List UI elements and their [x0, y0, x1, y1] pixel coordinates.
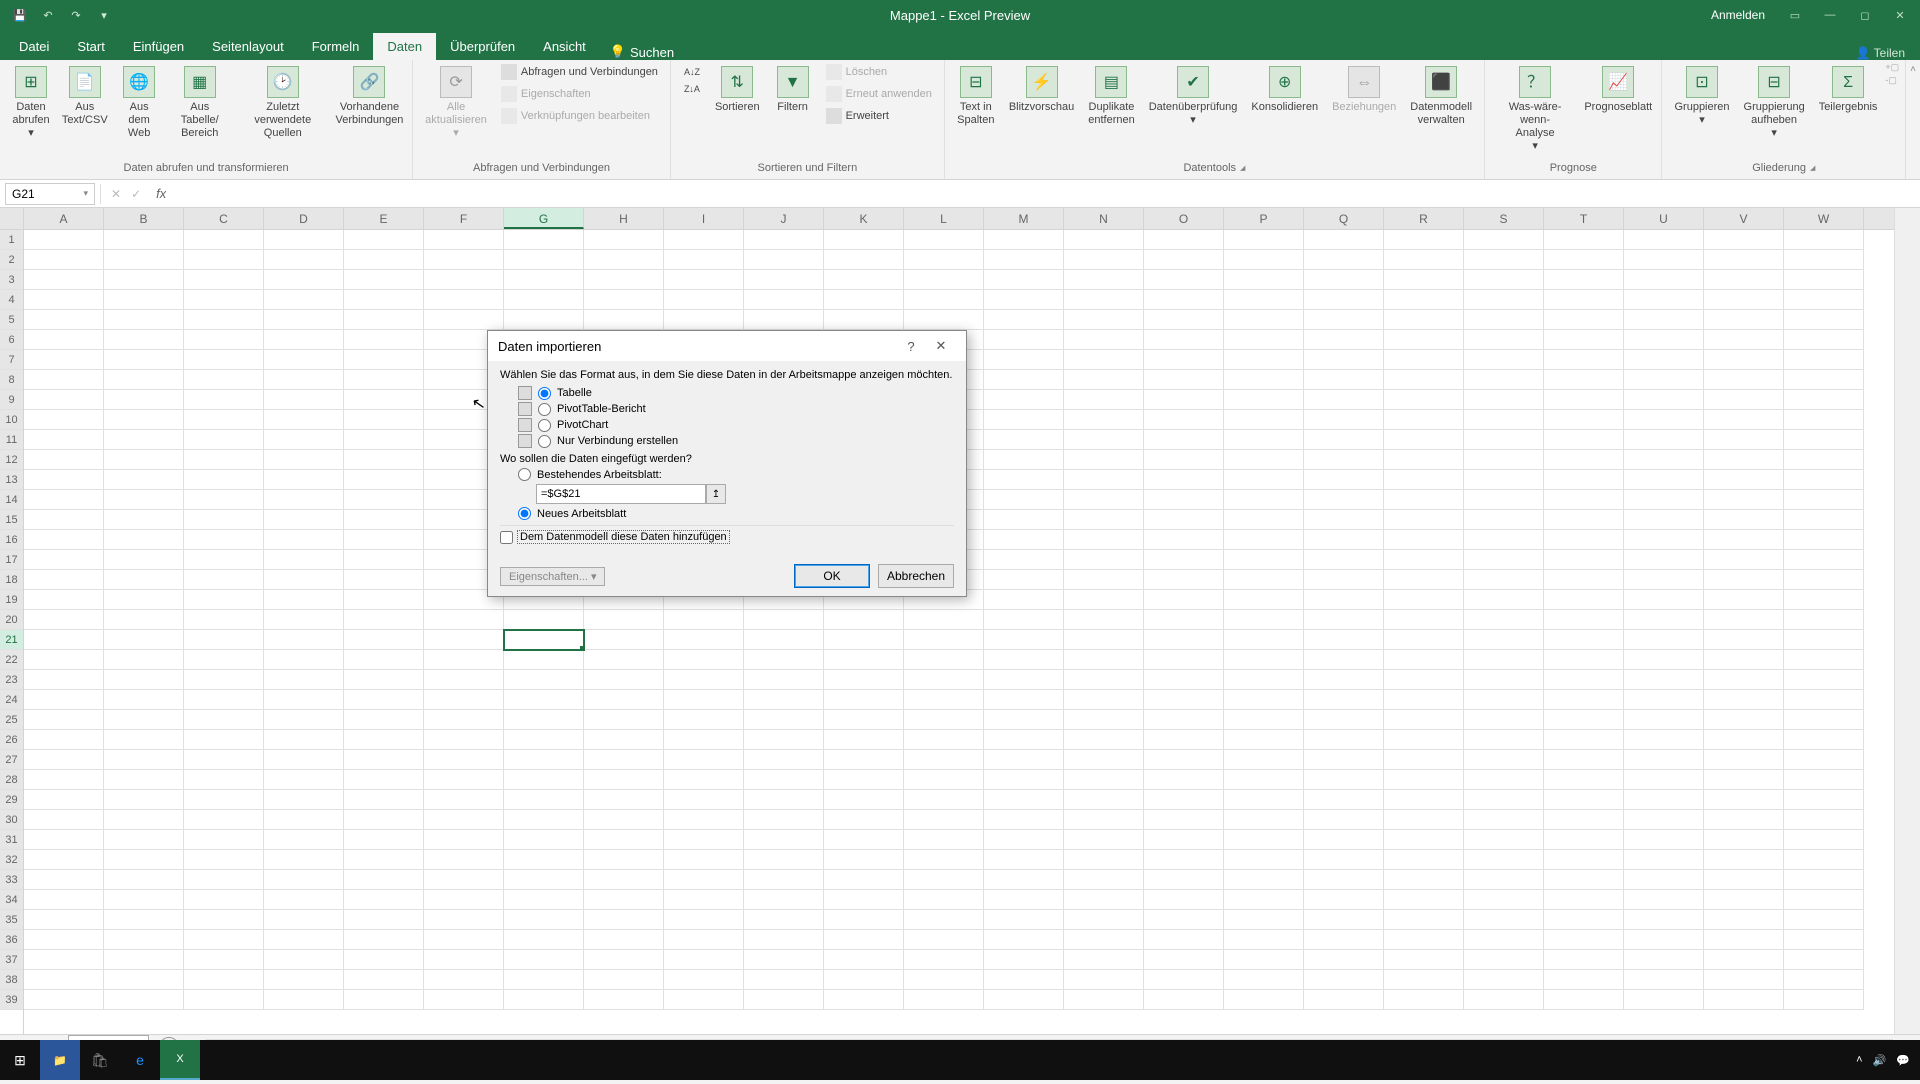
dialog-titlebar[interactable]: Daten importieren ? ✕: [488, 331, 966, 361]
checkbox-data-model[interactable]: [500, 531, 513, 544]
connection-option-icon: [518, 434, 532, 448]
collapse-dialog-button[interactable]: ↥: [706, 484, 726, 504]
properties-dialog-button[interactable]: Eigenschaften... ▾: [500, 567, 605, 586]
option-pivot-chart[interactable]: PivotChart: [500, 417, 954, 433]
ok-button[interactable]: OK: [794, 564, 870, 588]
option-table[interactable]: Tabelle: [500, 385, 954, 401]
pivot-option-icon: [518, 402, 532, 416]
radio-pivotchart[interactable]: [538, 419, 551, 432]
radio-table[interactable]: [538, 387, 551, 400]
radio-pivot[interactable]: [538, 403, 551, 416]
dialog-help-button[interactable]: ?: [896, 339, 926, 354]
dialog-prompt-format: Wählen Sie das Format aus, in dem Sie di…: [500, 369, 954, 381]
modal-overlay: Daten importieren ? ✕ Wählen Sie das For…: [0, 0, 1920, 1080]
cancel-button[interactable]: Abbrechen: [878, 564, 954, 588]
option-existing-sheet[interactable]: Bestehendes Arbeitsblatt:: [500, 467, 954, 482]
dialog-title: Daten importieren: [498, 339, 896, 354]
radio-new-sheet[interactable]: [518, 507, 531, 520]
dialog-prompt-where: Wo sollen die Daten eingefügt werden?: [500, 453, 954, 465]
radio-existing[interactable]: [518, 468, 531, 481]
dialog-close-button[interactable]: ✕: [926, 338, 956, 354]
option-pivot-table[interactable]: PivotTable-Bericht: [500, 401, 954, 417]
radio-connection[interactable]: [538, 435, 551, 448]
import-data-dialog: Daten importieren ? ✕ Wählen Sie das For…: [487, 330, 967, 597]
option-add-to-model[interactable]: Dem Datenmodell diese Daten hinzufügen: [500, 525, 954, 548]
pivotchart-option-icon: [518, 418, 532, 432]
table-option-icon: [518, 386, 532, 400]
cell-reference-input[interactable]: [536, 484, 706, 504]
option-connection-only[interactable]: Nur Verbindung erstellen: [500, 433, 954, 449]
option-new-sheet[interactable]: Neues Arbeitsblatt: [500, 506, 954, 521]
